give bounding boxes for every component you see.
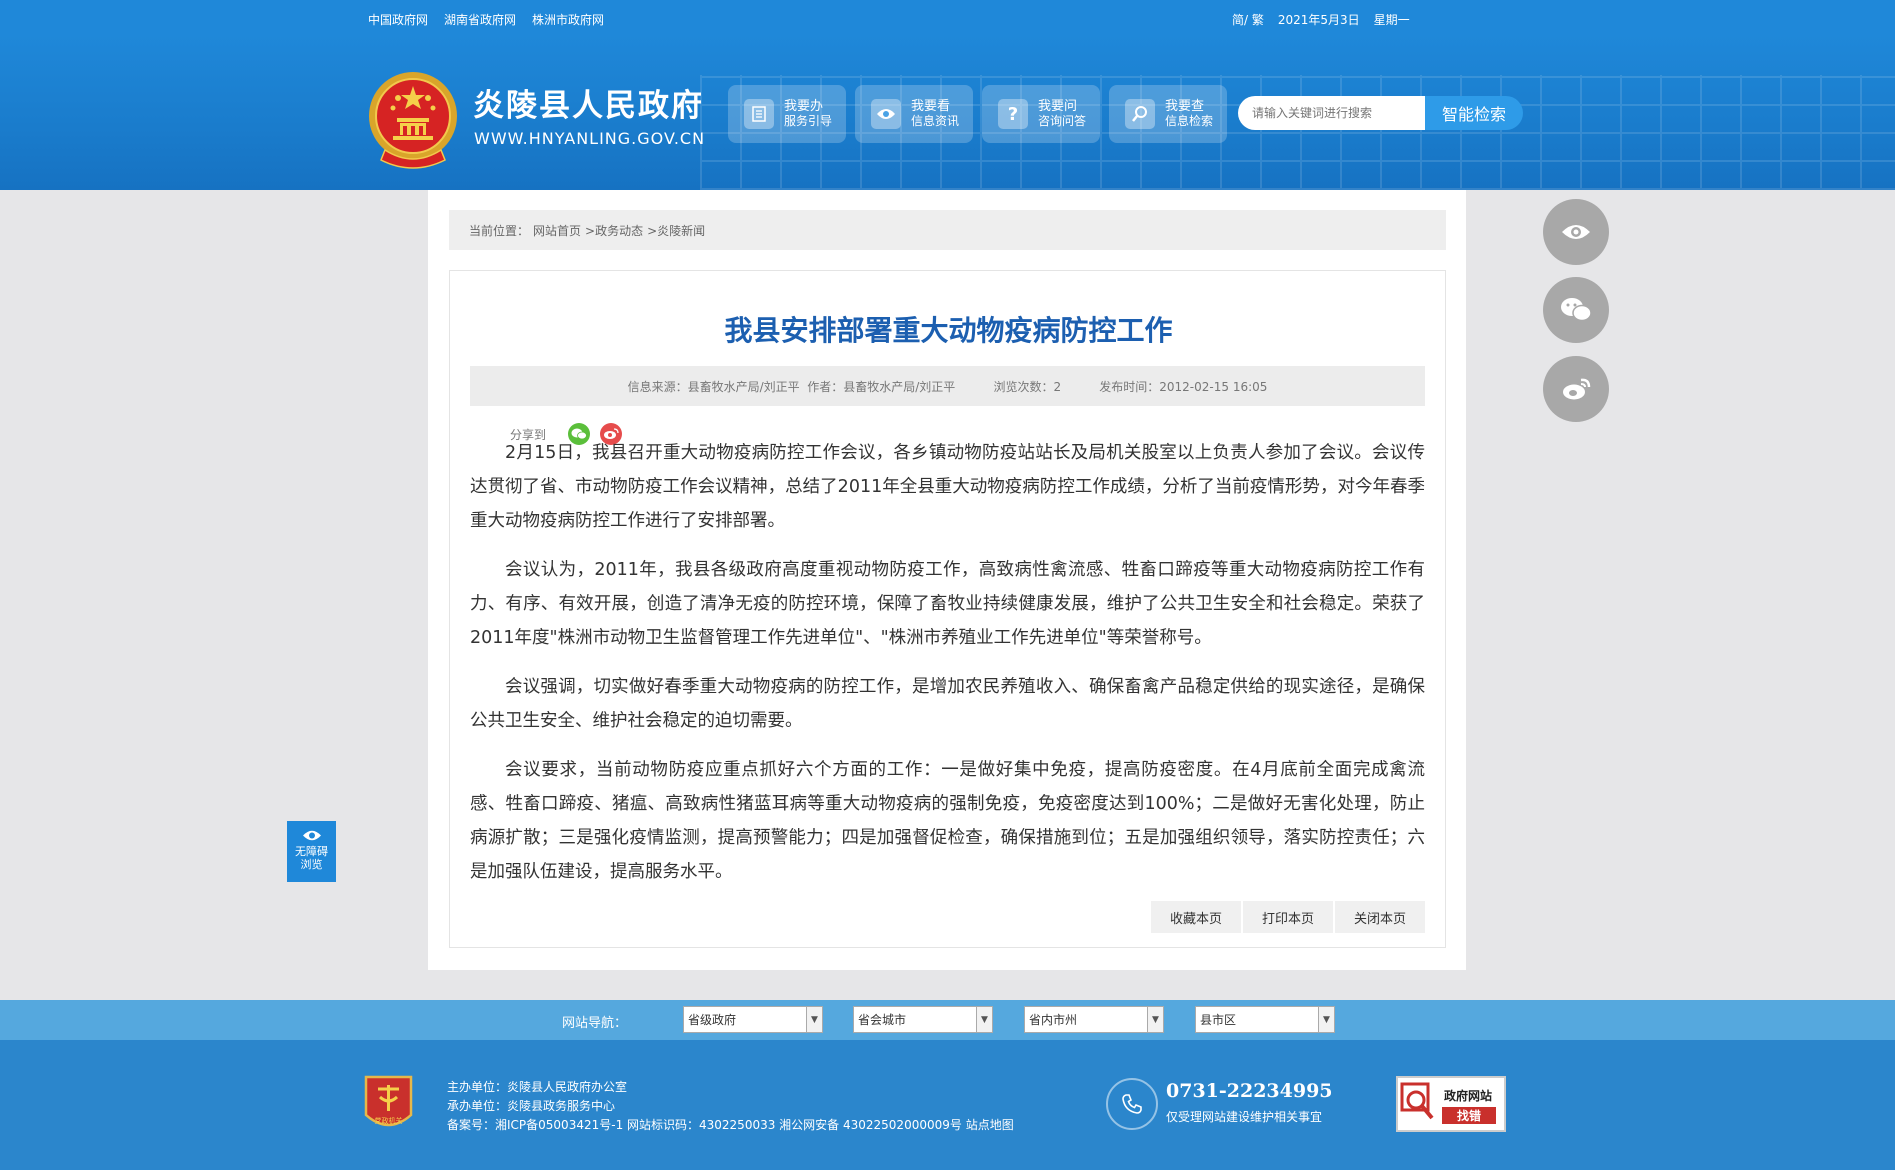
error-badge-line2: 找错 bbox=[1457, 1108, 1481, 1123]
phone-icon bbox=[1106, 1078, 1158, 1130]
gov-site-error-report-button[interactable]: 政府网站 找错 bbox=[1396, 1076, 1506, 1132]
error-badge-line1: 政府网站 bbox=[1444, 1088, 1492, 1103]
article-meta: 信息来源：县畜牧水产局/刘正平 作者：县畜牧水产局/刘正平 浏览次数：2 发布时… bbox=[470, 366, 1425, 406]
article-paragraph: 2月15日，我县召开重大动物疫病防控工作会议，各乡镇动物防疫站站长及局机关股室以… bbox=[470, 443, 1425, 531]
breadcrumb-home[interactable]: 网站首页 bbox=[533, 222, 581, 239]
float-weibo-button[interactable] bbox=[1543, 356, 1609, 422]
quick-link-ask[interactable]: ? 我要问 咨询问答 bbox=[982, 85, 1100, 143]
quick-link-sub: 服务引导 bbox=[784, 114, 833, 128]
footer-phone: 0731-22234995 bbox=[1166, 1080, 1333, 1102]
search-button[interactable]: 智能检索 bbox=[1425, 96, 1523, 130]
national-emblem-icon bbox=[369, 72, 457, 169]
article-title: 我县安排部署重大动物疫病防控工作 bbox=[724, 314, 1173, 347]
meta-author: 作者：县畜牧水产局/刘正平 bbox=[807, 379, 956, 394]
link-china-gov[interactable]: 中国政府网 bbox=[368, 11, 428, 28]
breadcrumb-gov-news[interactable]: >政务动态 bbox=[585, 222, 643, 239]
weibo-icon bbox=[1563, 378, 1591, 400]
select-value: 省会城市 bbox=[858, 1013, 907, 1027]
article-body: 2月15日，我县召开重大动物疫病防控工作会议，各乡镇动物防疫站站长及局机关股室以… bbox=[470, 436, 1425, 904]
language-switch[interactable]: 简/ 繁 bbox=[1232, 11, 1264, 28]
quick-link-sub: 信息资讯 bbox=[911, 114, 960, 128]
select-value: 省内市州 bbox=[1029, 1013, 1078, 1027]
eye-icon bbox=[1562, 225, 1590, 239]
select-prefecture-cities[interactable]: 省内市州 ▼ bbox=[1024, 1006, 1164, 1033]
select-capital-cities[interactable]: 省会城市 ▼ bbox=[853, 1006, 993, 1033]
article: 我县安排部署重大动物疫病防控工作 信息来源：县畜牧水产局/刘正平 作者：县畜牧水… bbox=[449, 270, 1446, 948]
footer-record[interactable]: 备案号：湘ICP备05003421号-1 网站标识码：4302250033 湘公… bbox=[447, 1116, 1014, 1135]
article-actions: 收藏本页 打印本页 关闭本页 bbox=[1151, 901, 1425, 933]
footer-info: 主办单位：炎陵县人民政府办公室 承办单位：炎陵县政务服务中心 备案号：湘ICP备… bbox=[447, 1078, 1014, 1135]
article-paragraph: 会议强调，切实做好春季重大动物疫病的防控工作，是增加农民养殖收入、确保畜禽产品稳… bbox=[470, 677, 1425, 731]
quick-link-sub: 信息检索 bbox=[1165, 114, 1214, 128]
quick-link-title: 我要看 bbox=[911, 99, 951, 114]
document-icon bbox=[744, 99, 774, 129]
site-url: WWW.HNYANLING.GOV.CN bbox=[474, 129, 706, 148]
quick-link-title: 我要查 bbox=[1165, 99, 1205, 114]
accessibility-label-2: 浏览 bbox=[300, 858, 323, 871]
print-button[interactable]: 打印本页 bbox=[1243, 901, 1333, 933]
search-input[interactable] bbox=[1238, 96, 1425, 130]
site-nav-band: 网站导航： 省级政府 ▼ 省会城市 ▼ 省内市州 ▼ 县市区 ▼ bbox=[0, 1000, 1895, 1040]
footer-operator: 承办单位：炎陵县政务服务中心 bbox=[447, 1099, 616, 1113]
current-weekday: 星期一 bbox=[1373, 13, 1410, 27]
select-counties[interactable]: 县市区 ▼ bbox=[1195, 1006, 1335, 1033]
float-eye-button[interactable] bbox=[1543, 199, 1609, 265]
accessibility-label-1: 无障碍 bbox=[295, 845, 328, 858]
search-icon bbox=[1125, 99, 1155, 129]
footer-host: 主办单位：炎陵县人民政府办公室 bbox=[447, 1080, 628, 1094]
quick-link-title: 我要办 bbox=[784, 99, 824, 114]
select-value: 省级政府 bbox=[688, 1013, 737, 1027]
breadcrumb-label: 当前位置： bbox=[469, 223, 530, 238]
quick-link-search[interactable]: 我要查 信息检索 bbox=[1109, 85, 1227, 143]
breadcrumb: 当前位置： 网站首页 >政务动态 >炎陵新闻 bbox=[449, 210, 1446, 250]
bookmark-button[interactable]: 收藏本页 bbox=[1151, 901, 1241, 933]
select-provincial-gov[interactable]: 省级政府 ▼ bbox=[683, 1006, 823, 1033]
wechat-icon bbox=[1561, 298, 1592, 322]
chevron-down-icon: ▼ bbox=[806, 1007, 822, 1032]
close-page-button[interactable]: 关闭本页 bbox=[1335, 901, 1425, 933]
meta-published: 发布时间：2012-02-15 16:05 bbox=[1099, 379, 1268, 394]
chevron-down-icon: ▼ bbox=[1147, 1007, 1163, 1032]
link-zhuzhou-gov[interactable]: 株洲市政府网 bbox=[532, 11, 604, 28]
question-icon: ? bbox=[998, 99, 1028, 129]
quick-link-view[interactable]: 我要看 信息资讯 bbox=[855, 85, 973, 143]
chevron-down-icon: ▼ bbox=[976, 1007, 992, 1032]
article-paragraph: 会议要求，当前动物防疫应重点抓好六个方面的工作：一是做好集中免疫，提高防疫密度。… bbox=[470, 760, 1425, 882]
select-value: 县市区 bbox=[1200, 1013, 1237, 1027]
footer-phone-note: 仅受理网站建设维护相关事宜 bbox=[1166, 1110, 1323, 1124]
current-date: 2021年5月3日 bbox=[1277, 13, 1360, 27]
article-paragraph: 会议认为，2011年，我县各级政府高度重视动物防疫工作，高致病性禽流感、牲畜口蹄… bbox=[470, 560, 1425, 648]
float-wechat-button[interactable] bbox=[1543, 277, 1609, 343]
site-title[interactable]: 炎陵县人民政府 bbox=[473, 80, 704, 125]
top-links: 中国政府网 湖南省政府网 株洲市政府网 bbox=[368, 11, 604, 28]
link-hunan-gov[interactable]: 湖南省政府网 bbox=[444, 11, 516, 28]
accessibility-button[interactable]: 无障碍 浏览 bbox=[287, 821, 336, 882]
chevron-down-icon: ▼ bbox=[1318, 1007, 1334, 1032]
breadcrumb-yanling-news[interactable]: >炎陵新闻 bbox=[647, 222, 705, 239]
quick-link-sub: 咨询问答 bbox=[1038, 114, 1087, 128]
quick-link-handle[interactable]: 我要办 服务引导 bbox=[728, 85, 846, 143]
party-gov-badge-icon[interactable]: 党政机关 bbox=[362, 1073, 415, 1136]
eye-icon bbox=[871, 99, 901, 129]
site-footer: 党政机关 主办单位：炎陵县人民政府办公室 承办单位：炎陵县政务服务中心 备案号：… bbox=[0, 1040, 1895, 1170]
meta-source: 信息来源：县畜牧水产局/刘正平 bbox=[627, 379, 800, 394]
meta-views: 浏览次数：2 bbox=[993, 379, 1062, 394]
site-nav-label: 网站导航： bbox=[562, 1016, 628, 1031]
error-report-badge-icon: 政府网站 找错 bbox=[1400, 1082, 1496, 1124]
quick-link-title: 我要问 bbox=[1038, 99, 1078, 114]
top-bar: 中国政府网 湖南省政府网 株洲市政府网 简/ 繁 2021年5月3日 星期一 bbox=[0, 0, 1895, 35]
top-right: 简/ 繁 2021年5月3日 星期一 bbox=[1232, 11, 1410, 28]
badge-text: 党政机关 bbox=[375, 1116, 403, 1125]
eye-icon bbox=[302, 830, 321, 841]
site-header: 炎陵县人民政府 WWW.HNYANLING.GOV.CN 我要办 服务引导 我要看… bbox=[0, 35, 1895, 190]
